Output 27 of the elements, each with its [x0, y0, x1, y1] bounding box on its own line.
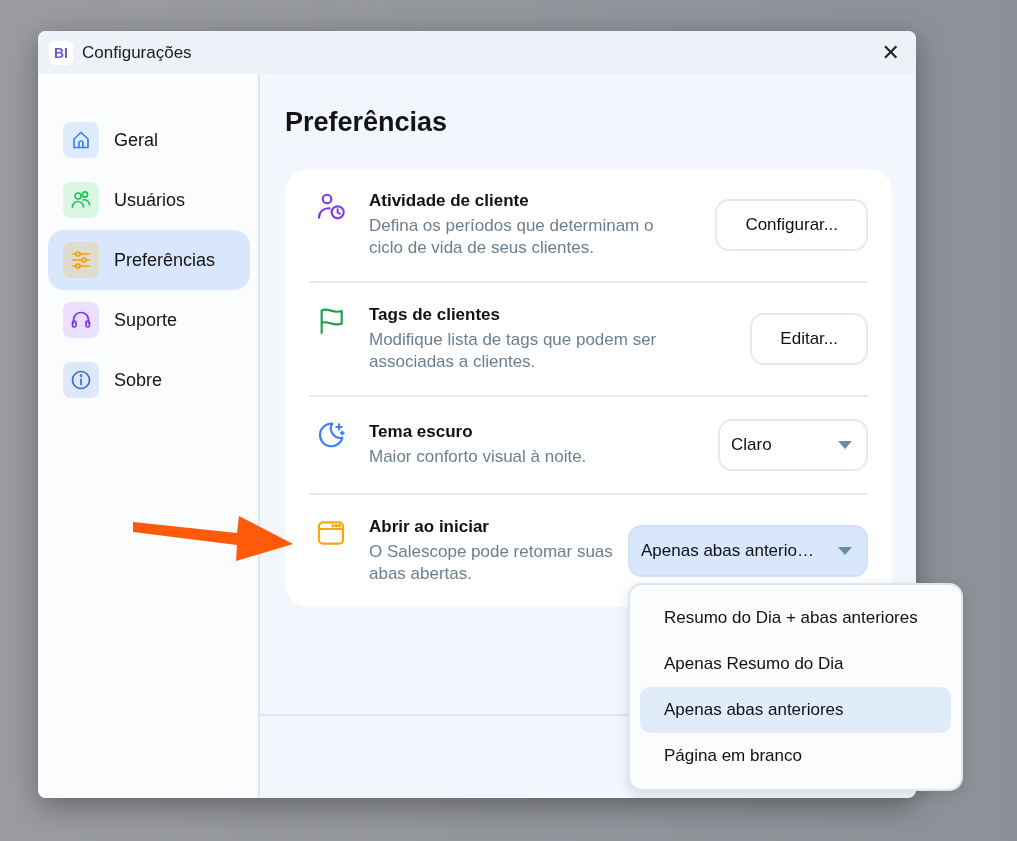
caret-icon [838, 441, 852, 449]
sidebar-item[interactable]: Preferências [48, 230, 250, 290]
setting-title: Atividade de cliente [369, 191, 530, 211]
action-button[interactable]: Editar... [750, 313, 868, 365]
setting-title: Tags de clientes [369, 305, 501, 325]
setting-title: Tema escuro [369, 422, 474, 442]
setting-description: Defina os períodos que determinam o ciclo de vida de seus clientes. [369, 215, 655, 259]
setting-description: Maior conforto visual à noite. [369, 446, 588, 468]
action-button[interactable]: Configurar... [715, 199, 868, 251]
window-title: Configurações [82, 42, 193, 63]
caret-icon [838, 547, 852, 555]
menu-item[interactable]: Página em branco [640, 733, 951, 779]
app-logo: BI [49, 40, 73, 65]
close-button[interactable]: ✕ [877, 40, 904, 65]
setting-description: Modifique lista de tags que podem ser associadas a clientes. [369, 329, 658, 373]
dropdown[interactable]: Apenas abas anterio… [628, 525, 868, 577]
sidebar-item[interactable]: Geral [48, 110, 250, 170]
menu-item[interactable]: Resumo do Dia + abas anteriores [640, 595, 951, 641]
menu-item[interactable]: Apenas abas anteriores [640, 687, 951, 733]
sidebar-item[interactable]: Suporte [48, 290, 250, 350]
sidebar-item[interactable]: Sobre [48, 350, 250, 410]
page-title: Preferências [285, 107, 449, 137]
setting-title: Abrir ao iniciar [369, 517, 490, 537]
menu-item[interactable]: Apenas Resumo do Dia [640, 641, 951, 687]
sidebar-item[interactable]: Usuários [48, 170, 250, 230]
dropdown[interactable]: Claro [718, 419, 868, 471]
setting-description: O Salescope pode retomar suas abas abertas. [369, 541, 614, 585]
